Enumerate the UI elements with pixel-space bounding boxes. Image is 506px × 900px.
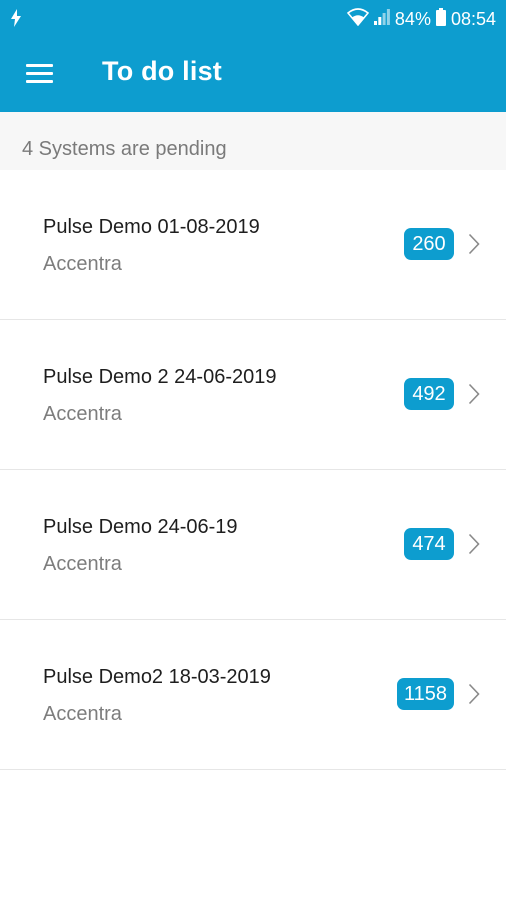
system-name: Pulse Demo2 18-03-2019 <box>43 666 271 688</box>
page-title: To do list <box>102 56 222 86</box>
system-name: Pulse Demo 2 24-06-2019 <box>43 366 277 388</box>
pending-summary-text: 4 Systems are pending <box>22 138 227 160</box>
list-item[interactable]: Pulse Demo 01-08-2019 Accentra 260 <box>0 170 506 320</box>
clock: 08:54 <box>450 9 496 29</box>
list-item[interactable]: Pulse Demo2 18-03-2019 Accentra 1158 <box>0 620 506 770</box>
chevron-right-icon <box>468 383 480 405</box>
menu-icon[interactable] <box>26 64 53 84</box>
systems-list: Pulse Demo 01-08-2019 Accentra 260 Pulse… <box>0 170 506 770</box>
system-company: Accentra <box>43 253 122 275</box>
pending-summary: 4 Systems are pending <box>0 112 506 174</box>
signal-icon <box>373 9 390 29</box>
app-bar: To do list <box>0 36 506 112</box>
system-company: Accentra <box>43 403 122 425</box>
charging-icon <box>11 9 21 32</box>
system-company: Accentra <box>43 703 122 725</box>
chevron-right-icon <box>468 233 480 255</box>
pending-count-badge: 260 <box>404 228 454 260</box>
system-name: Pulse Demo 24-06-19 <box>43 516 238 538</box>
chevron-right-icon <box>468 533 480 555</box>
status-indicators: 84% 08:54 <box>346 8 496 30</box>
pending-count-badge: 492 <box>404 378 454 410</box>
list-item[interactable]: Pulse Demo 24-06-19 Accentra 474 <box>0 470 506 620</box>
battery-icon <box>435 8 446 30</box>
status-bar: 84% 08:54 <box>0 0 506 36</box>
pending-count-badge: 1158 <box>396 678 454 710</box>
pending-count-badge: 474 <box>404 528 454 560</box>
system-company: Accentra <box>43 553 122 575</box>
list-item[interactable]: Pulse Demo 2 24-06-2019 Accentra 492 <box>0 320 506 470</box>
battery-percent: 84% <box>394 9 431 29</box>
chevron-right-icon <box>468 683 480 705</box>
system-name: Pulse Demo 01-08-2019 <box>43 216 260 238</box>
wifi-icon <box>346 8 370 30</box>
